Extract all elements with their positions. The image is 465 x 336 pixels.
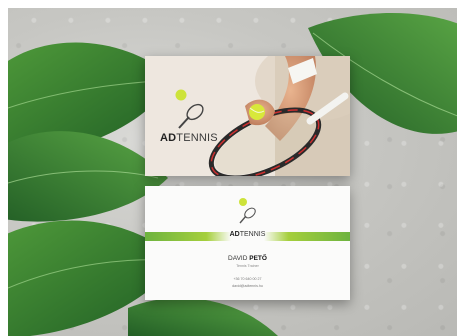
business-card-front: ADTENNIS [145,56,350,176]
person-role: Tennis Trainer [236,264,259,268]
photo-scene: ADTENNIS ADTENNIS DAVID PETŐ Tennis Trai… [8,8,457,336]
leaf-bottom-center [128,297,278,336]
leaf-left-middle [8,131,168,222]
business-card-back: ADTENNIS DAVID PETŐ Tennis Trainer +36 7… [145,186,350,300]
brand-logo-text: ADTENNIS [160,132,218,144]
person-name: DAVID PETŐ [228,255,267,262]
person-phone: +36 70 640 00 27 [233,277,262,281]
brand-logo-text: ADTENNIS [229,231,266,238]
tennis-racket-icon [239,198,256,224]
person-email: david@adtennis.hu [232,284,263,288]
tennis-racket-icon [175,89,204,129]
